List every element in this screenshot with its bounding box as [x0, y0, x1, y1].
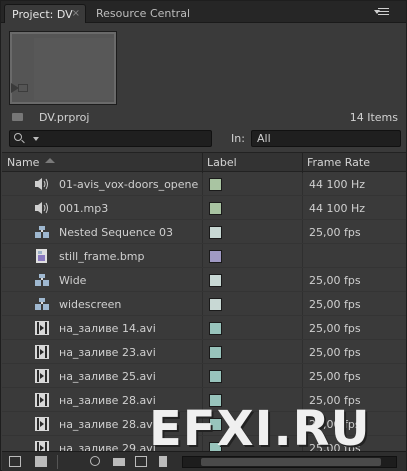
- item-frame-rate: 25,00 fps: [309, 298, 361, 311]
- label-swatch[interactable]: [209, 370, 222, 383]
- item-frame-rate: 44 100 Hz: [309, 178, 366, 191]
- still-image-icon: [34, 249, 50, 263]
- column-label[interactable]: Label: [207, 156, 237, 169]
- item-name: на_заливе 25.avi: [59, 370, 156, 383]
- label-swatch[interactable]: [209, 322, 222, 335]
- list-item[interactable]: widescreen 25,00 fps: [2, 293, 406, 316]
- list-item[interactable]: на_заливе 23.avi 25,00 fps: [2, 341, 406, 364]
- tab-resource-central-label: Resource Central: [96, 7, 190, 20]
- sequence-icon: [34, 273, 50, 287]
- column-frame-rate[interactable]: Frame Rate: [307, 156, 370, 169]
- project-name: DV.prproj: [39, 111, 90, 124]
- video-icon: [34, 369, 50, 383]
- list-item[interactable]: Nested Sequence 03 25,00 fps: [2, 221, 406, 244]
- horizontal-scrollbar[interactable]: [182, 456, 397, 468]
- list-item[interactable]: на_заливе 14.avi 25,00 fps: [2, 317, 406, 340]
- tab-project[interactable]: Project: DV ×: [4, 4, 86, 23]
- chevron-down-icon[interactable]: [33, 137, 39, 141]
- panel-menu-icon[interactable]: [374, 6, 394, 18]
- list-item[interactable]: still_frame.bmp: [2, 245, 406, 268]
- item-frame-rate: 25,00 fps: [309, 346, 361, 359]
- list-item[interactable]: 001.mp3 44 100 Hz: [2, 197, 406, 220]
- label-swatch[interactable]: [209, 226, 222, 239]
- folder-icon: [12, 113, 23, 121]
- item-count: 14 Items: [349, 111, 398, 124]
- find-icon[interactable]: [90, 456, 100, 466]
- watermark: EFXI.RU: [149, 401, 371, 457]
- search-icon[interactable]: [14, 133, 22, 141]
- item-name: 001.mp3: [59, 202, 109, 215]
- list-item[interactable]: на_заливе 25.avi 25,00 fps: [2, 365, 406, 388]
- new-item-icon[interactable]: [135, 456, 147, 467]
- video-icon: [34, 417, 50, 431]
- project-panel: Project: DV × Resource Central DV.prproj…: [0, 0, 407, 471]
- label-swatch[interactable]: [209, 202, 222, 215]
- search-field[interactable]: [9, 130, 212, 147]
- list-view-icon[interactable]: [9, 456, 21, 467]
- item-name: 01-avis_vox-doors_opene: [59, 178, 199, 191]
- clear-icon[interactable]: [159, 456, 167, 467]
- sequence-icon: [34, 225, 50, 239]
- scrollbar-thumb[interactable]: [201, 458, 381, 466]
- video-icon: [34, 345, 50, 359]
- sequence-icon: [34, 297, 50, 311]
- video-icon: [34, 393, 50, 407]
- icon-view-icon[interactable]: [35, 456, 47, 467]
- item-name: Nested Sequence 03: [59, 226, 174, 239]
- audio-icon: [34, 201, 50, 215]
- tab-project-label: Project: DV: [12, 8, 73, 21]
- item-name: на_заливе 14.avi: [59, 322, 156, 335]
- play-icon[interactable]: [11, 83, 19, 93]
- audio-icon: [34, 177, 50, 191]
- label-swatch[interactable]: [209, 346, 222, 359]
- new-bin-icon[interactable]: [113, 458, 125, 466]
- poster-frame-icon[interactable]: [18, 84, 28, 92]
- video-icon: [34, 441, 50, 451]
- in-select[interactable]: All: [251, 130, 401, 147]
- item-name: на_заливе 23.avi: [59, 346, 156, 359]
- label-swatch[interactable]: [209, 250, 222, 263]
- item-frame-rate: 25,00 fps: [309, 274, 361, 287]
- item-frame-rate: 25,00 fps: [309, 370, 361, 383]
- label-swatch[interactable]: [209, 178, 222, 191]
- item-name: still_frame.bmp: [59, 250, 145, 263]
- item-frame-rate: 44 100 Hz: [309, 202, 366, 215]
- column-name[interactable]: Name: [7, 156, 39, 169]
- tab-bar: Project: DV × Resource Central: [1, 1, 406, 23]
- list-item[interactable]: 01-avis_vox-doors_opene 44 100 Hz: [2, 173, 406, 196]
- in-label: In:: [231, 132, 245, 145]
- list-item[interactable]: Wide 25,00 fps: [2, 269, 406, 292]
- item-frame-rate: 25,00 fps: [309, 226, 361, 239]
- item-name: Wide: [59, 274, 87, 287]
- tab-resource-central[interactable]: Resource Central: [89, 4, 309, 23]
- item-name: widescreen: [59, 298, 122, 311]
- column-header: Name Label Frame Rate: [2, 152, 406, 173]
- label-swatch[interactable]: [209, 298, 222, 311]
- video-icon: [34, 321, 50, 335]
- preview-thumbnail: [9, 31, 117, 105]
- item-frame-rate: 25,00 fps: [309, 322, 361, 335]
- label-swatch[interactable]: [209, 274, 222, 287]
- sort-ascending-icon[interactable]: [45, 158, 55, 163]
- search-input[interactable]: [42, 132, 207, 145]
- close-icon[interactable]: ×: [72, 8, 80, 19]
